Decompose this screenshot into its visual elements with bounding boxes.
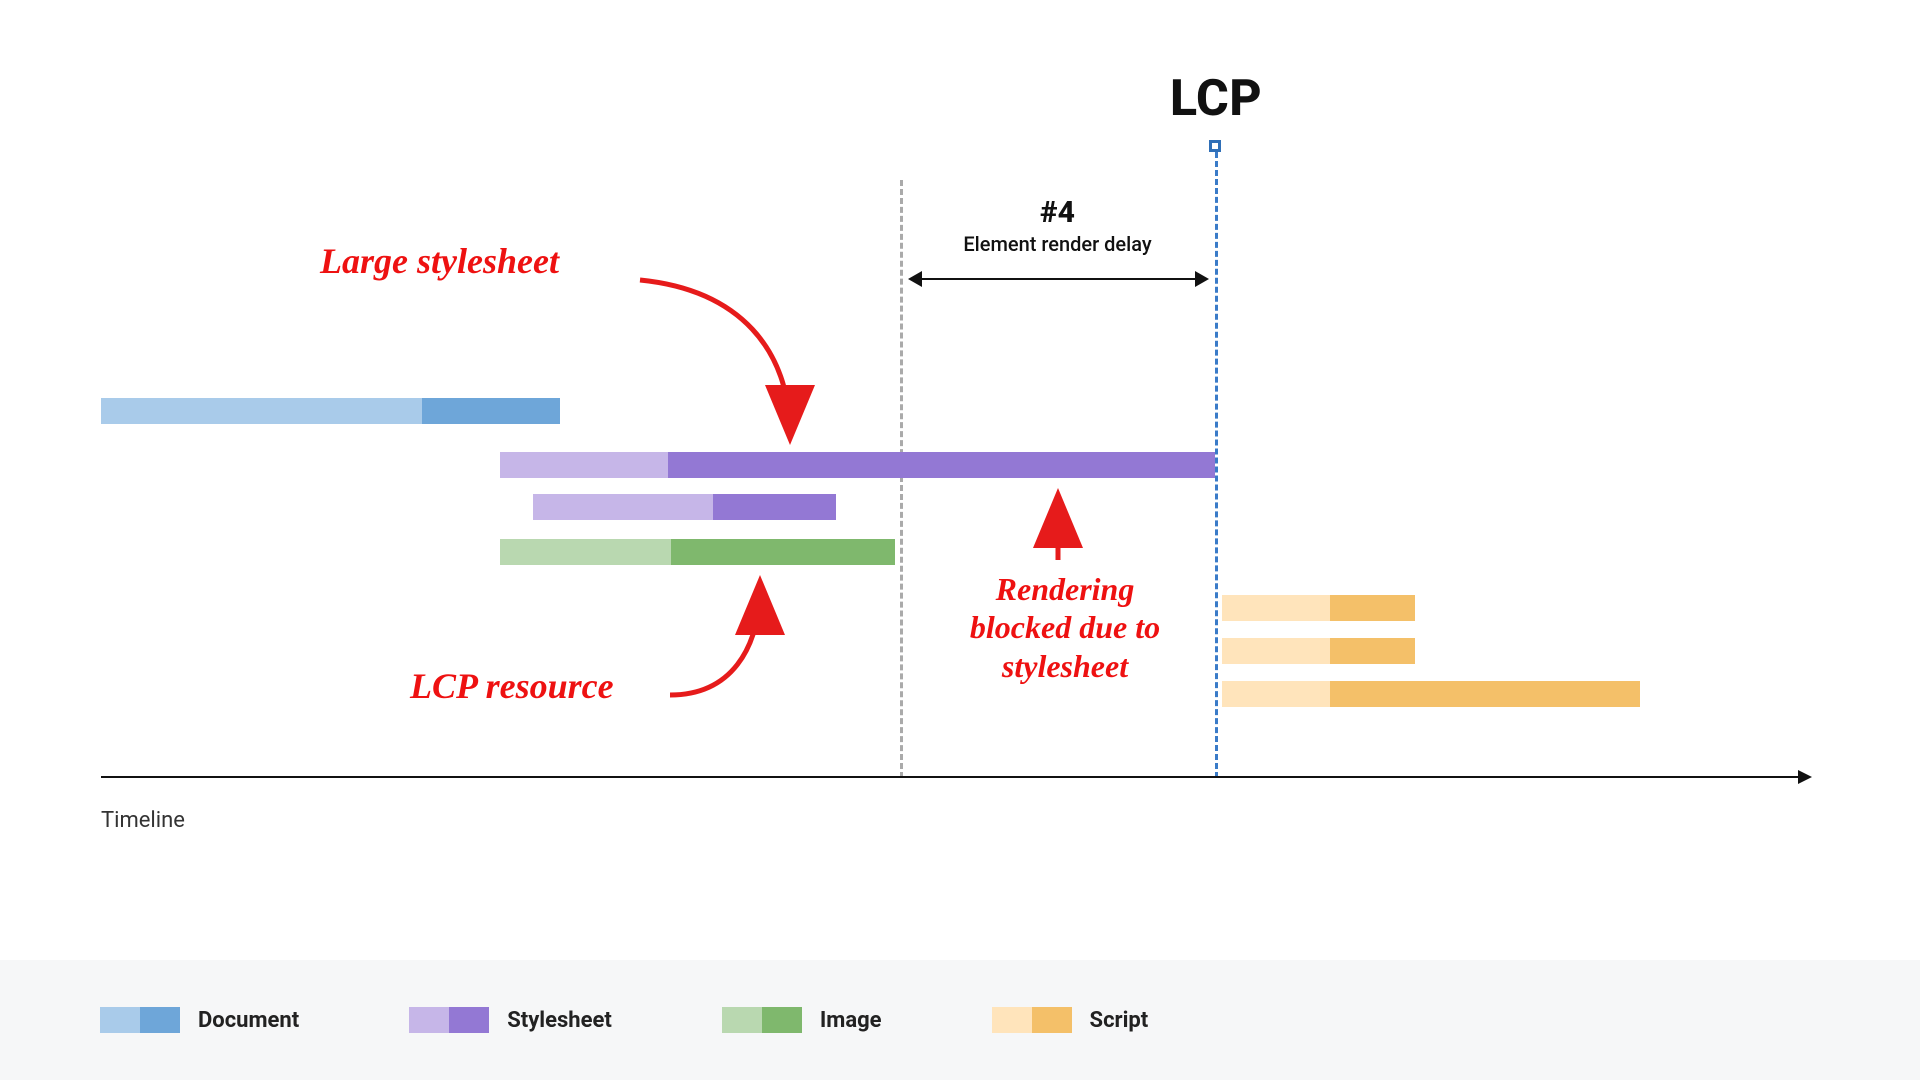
legend-label-script: Script: [1090, 1008, 1149, 1033]
legend-item-stylesheet: Stylesheet: [409, 1007, 612, 1033]
legend-item-document: Document: [100, 1007, 299, 1033]
legend-item-script: Script: [992, 1007, 1149, 1033]
legend: Document Stylesheet Image Script: [0, 960, 1920, 1080]
arrow-render-blocked: [0, 0, 1920, 1080]
legend-label-stylesheet: Stylesheet: [507, 1008, 612, 1033]
legend-swatch-document: [100, 1007, 180, 1033]
legend-label-document: Document: [198, 1008, 299, 1033]
diagram-stage: LCP #4 Element render delay Timeline Lar…: [0, 0, 1920, 1080]
legend-swatch-stylesheet: [409, 1007, 489, 1033]
legend-swatch-script: [992, 1007, 1072, 1033]
legend-label-image: Image: [820, 1008, 882, 1033]
legend-item-image: Image: [722, 1007, 882, 1033]
legend-swatch-image: [722, 1007, 802, 1033]
